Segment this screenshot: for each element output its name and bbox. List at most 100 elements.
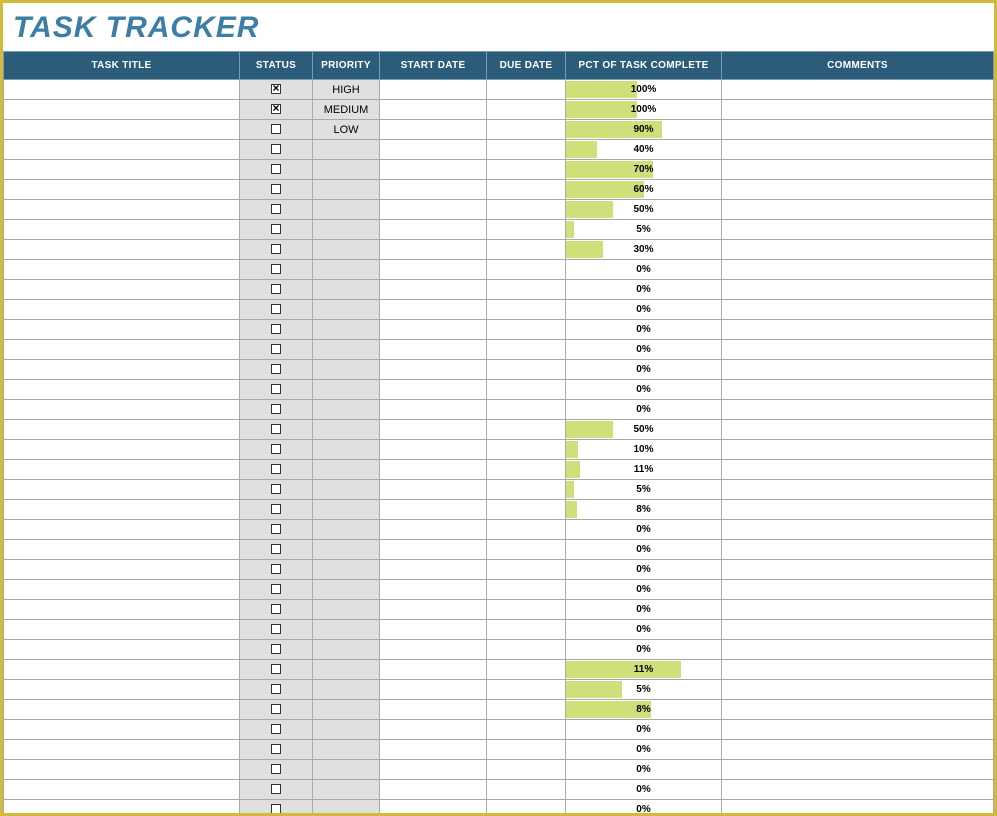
cell-due-date[interactable] bbox=[487, 540, 566, 560]
cell-task-title[interactable] bbox=[4, 800, 240, 816]
cell-due-date[interactable] bbox=[487, 600, 566, 620]
status-checkbox[interactable] bbox=[271, 804, 281, 814]
cell-start-date[interactable] bbox=[380, 80, 487, 100]
cell-status[interactable] bbox=[240, 540, 313, 560]
cell-priority[interactable] bbox=[313, 400, 380, 420]
cell-task-title[interactable] bbox=[4, 460, 240, 480]
cell-status[interactable] bbox=[240, 800, 313, 816]
cell-comments[interactable] bbox=[722, 700, 994, 720]
cell-status[interactable] bbox=[240, 180, 313, 200]
cell-comments[interactable] bbox=[722, 140, 994, 160]
status-checkbox[interactable] bbox=[271, 444, 281, 454]
cell-pct-complete[interactable]: 0% bbox=[566, 300, 722, 320]
cell-priority[interactable] bbox=[313, 640, 380, 660]
cell-priority[interactable] bbox=[313, 360, 380, 380]
status-checkbox[interactable] bbox=[271, 784, 281, 794]
cell-comments[interactable] bbox=[722, 200, 994, 220]
cell-comments[interactable] bbox=[722, 280, 994, 300]
cell-start-date[interactable] bbox=[380, 680, 487, 700]
cell-status[interactable] bbox=[240, 100, 313, 120]
cell-start-date[interactable] bbox=[380, 400, 487, 420]
status-checkbox[interactable] bbox=[271, 324, 281, 334]
cell-status[interactable] bbox=[240, 320, 313, 340]
cell-task-title[interactable] bbox=[4, 640, 240, 660]
cell-status[interactable] bbox=[240, 480, 313, 500]
status-checkbox[interactable] bbox=[271, 204, 281, 214]
cell-task-title[interactable] bbox=[4, 400, 240, 420]
cell-comments[interactable] bbox=[722, 540, 994, 560]
status-checkbox[interactable] bbox=[271, 524, 281, 534]
cell-status[interactable] bbox=[240, 280, 313, 300]
cell-pct-complete[interactable]: 11% bbox=[566, 460, 722, 480]
cell-start-date[interactable] bbox=[380, 260, 487, 280]
cell-pct-complete[interactable]: 0% bbox=[566, 520, 722, 540]
cell-priority[interactable] bbox=[313, 220, 380, 240]
cell-pct-complete[interactable]: 0% bbox=[566, 640, 722, 660]
cell-start-date[interactable] bbox=[380, 580, 487, 600]
cell-due-date[interactable] bbox=[487, 360, 566, 380]
cell-pct-complete[interactable]: 10% bbox=[566, 440, 722, 460]
cell-start-date[interactable] bbox=[380, 700, 487, 720]
cell-due-date[interactable] bbox=[487, 420, 566, 440]
cell-status[interactable] bbox=[240, 80, 313, 100]
cell-task-title[interactable] bbox=[4, 420, 240, 440]
cell-due-date[interactable] bbox=[487, 300, 566, 320]
cell-priority[interactable] bbox=[313, 140, 380, 160]
status-checkbox[interactable] bbox=[271, 504, 281, 514]
cell-priority[interactable] bbox=[313, 580, 380, 600]
cell-start-date[interactable] bbox=[380, 140, 487, 160]
cell-due-date[interactable] bbox=[487, 460, 566, 480]
cell-start-date[interactable] bbox=[380, 180, 487, 200]
cell-status[interactable] bbox=[240, 200, 313, 220]
cell-start-date[interactable] bbox=[380, 540, 487, 560]
cell-pct-complete[interactable]: 5% bbox=[566, 680, 722, 700]
cell-task-title[interactable] bbox=[4, 660, 240, 680]
cell-task-title[interactable] bbox=[4, 240, 240, 260]
cell-comments[interactable] bbox=[722, 260, 994, 280]
status-checkbox[interactable] bbox=[271, 624, 281, 634]
cell-status[interactable] bbox=[240, 360, 313, 380]
cell-pct-complete[interactable]: 100% bbox=[566, 80, 722, 100]
cell-status[interactable] bbox=[240, 680, 313, 700]
cell-comments[interactable] bbox=[722, 380, 994, 400]
cell-due-date[interactable] bbox=[487, 160, 566, 180]
cell-priority[interactable] bbox=[313, 780, 380, 800]
cell-task-title[interactable] bbox=[4, 540, 240, 560]
cell-start-date[interactable] bbox=[380, 300, 487, 320]
cell-task-title[interactable] bbox=[4, 320, 240, 340]
cell-comments[interactable] bbox=[722, 360, 994, 380]
status-checkbox[interactable] bbox=[271, 424, 281, 434]
cell-pct-complete[interactable]: 0% bbox=[566, 540, 722, 560]
cell-pct-complete[interactable]: 90% bbox=[566, 120, 722, 140]
cell-comments[interactable] bbox=[722, 520, 994, 540]
cell-start-date[interactable] bbox=[380, 660, 487, 680]
cell-due-date[interactable] bbox=[487, 640, 566, 660]
cell-priority[interactable] bbox=[313, 740, 380, 760]
cell-start-date[interactable] bbox=[380, 800, 487, 816]
cell-status[interactable] bbox=[240, 520, 313, 540]
cell-status[interactable] bbox=[240, 300, 313, 320]
cell-due-date[interactable] bbox=[487, 220, 566, 240]
status-checkbox[interactable] bbox=[271, 264, 281, 274]
cell-priority[interactable] bbox=[313, 280, 380, 300]
cell-start-date[interactable] bbox=[380, 100, 487, 120]
cell-status[interactable] bbox=[240, 400, 313, 420]
cell-task-title[interactable] bbox=[4, 520, 240, 540]
status-checkbox[interactable] bbox=[271, 584, 281, 594]
cell-pct-complete[interactable]: 0% bbox=[566, 560, 722, 580]
status-checkbox[interactable] bbox=[271, 404, 281, 414]
cell-priority[interactable] bbox=[313, 300, 380, 320]
cell-status[interactable] bbox=[240, 460, 313, 480]
cell-priority[interactable]: MEDIUM bbox=[313, 100, 380, 120]
cell-status[interactable] bbox=[240, 760, 313, 780]
cell-task-title[interactable] bbox=[4, 700, 240, 720]
cell-pct-complete[interactable]: 50% bbox=[566, 200, 722, 220]
cell-status[interactable] bbox=[240, 600, 313, 620]
cell-priority[interactable] bbox=[313, 700, 380, 720]
cell-pct-complete[interactable]: 30% bbox=[566, 240, 722, 260]
status-checkbox[interactable] bbox=[271, 184, 281, 194]
cell-pct-complete[interactable]: 5% bbox=[566, 220, 722, 240]
cell-status[interactable] bbox=[240, 640, 313, 660]
cell-comments[interactable] bbox=[722, 480, 994, 500]
cell-due-date[interactable] bbox=[487, 280, 566, 300]
